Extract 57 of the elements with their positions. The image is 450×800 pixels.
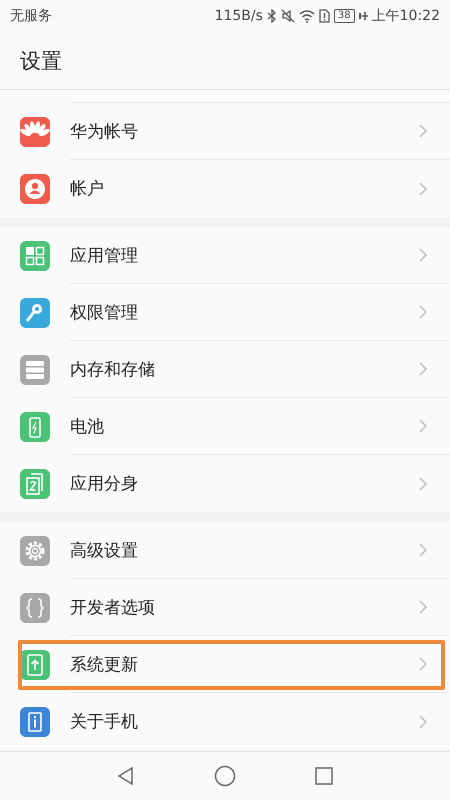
braces-icon [20, 592, 50, 622]
item-label: 帐户 [70, 178, 104, 200]
chevron-right-icon [418, 542, 428, 558]
network-speed: 115B/s [214, 8, 263, 24]
person-icon [20, 174, 50, 204]
settings-item[interactable]: 应用管理 [0, 227, 450, 284]
back-button[interactable] [116, 766, 136, 786]
chevron-right-icon [418, 599, 428, 615]
item-label: 内存和存储 [70, 358, 155, 380]
bluetooth-icon [266, 9, 277, 23]
chevron-right-icon [418, 180, 428, 196]
info-icon [20, 706, 50, 736]
settings-item[interactable]: 开发者选项 [0, 579, 450, 636]
page-title: 设置 [20, 48, 62, 74]
settings-item[interactable]: 电池 [0, 398, 450, 455]
settings-icon [20, 536, 50, 566]
item-label: 高级设置 [70, 540, 138, 562]
storage-icon [20, 354, 50, 384]
settings-item[interactable]: 帐户 [0, 160, 450, 217]
item-label: 权限管理 [70, 302, 138, 324]
chevron-right-icon [418, 656, 428, 672]
chevron-right-icon [418, 714, 428, 730]
mute-icon [280, 9, 295, 23]
item-label: 华为帐号 [70, 120, 138, 142]
petals-icon [20, 116, 50, 146]
chevron-right-icon [418, 418, 428, 434]
settings-item[interactable]: 权限管理 [0, 284, 450, 341]
home-button[interactable] [214, 765, 236, 787]
item-label: 应用分身 [70, 473, 138, 495]
settings-item[interactable]: 高级设置 [0, 522, 450, 579]
upload-icon [20, 650, 50, 680]
chevron-right-icon [418, 304, 428, 320]
chevron-right-icon [418, 123, 428, 139]
clock-text: 上午10:22 [372, 7, 440, 25]
item-label: 电池 [70, 416, 104, 438]
item-label: 关于手机 [70, 711, 138, 733]
grid-icon [20, 240, 50, 270]
chevron-right-icon [418, 361, 428, 377]
battery-level: 38 [334, 9, 355, 23]
settings-item[interactable]: 关于手机 [0, 693, 450, 750]
recents-button[interactable] [314, 766, 334, 786]
settings-item[interactable]: 应用分身 [0, 455, 450, 512]
sim-icon [318, 9, 330, 23]
item-label: 系统更新 [70, 654, 138, 676]
wifi-icon [298, 10, 315, 22]
charging-icon [358, 11, 368, 21]
twin-screen-icon [20, 468, 50, 498]
settings-item[interactable]: 华为帐号 [0, 103, 450, 160]
chevron-right-icon [418, 247, 428, 263]
settings-item[interactable]: 系统更新 [0, 636, 450, 693]
key-icon [20, 298, 50, 328]
carrier-text: 无服务 [10, 7, 52, 25]
settings-item[interactable]: 内存和存储 [0, 341, 450, 398]
chevron-right-icon [418, 476, 428, 492]
item-label: 开发者选项 [70, 596, 155, 618]
item-label: 应用管理 [70, 244, 138, 266]
battery-icon [20, 412, 50, 442]
